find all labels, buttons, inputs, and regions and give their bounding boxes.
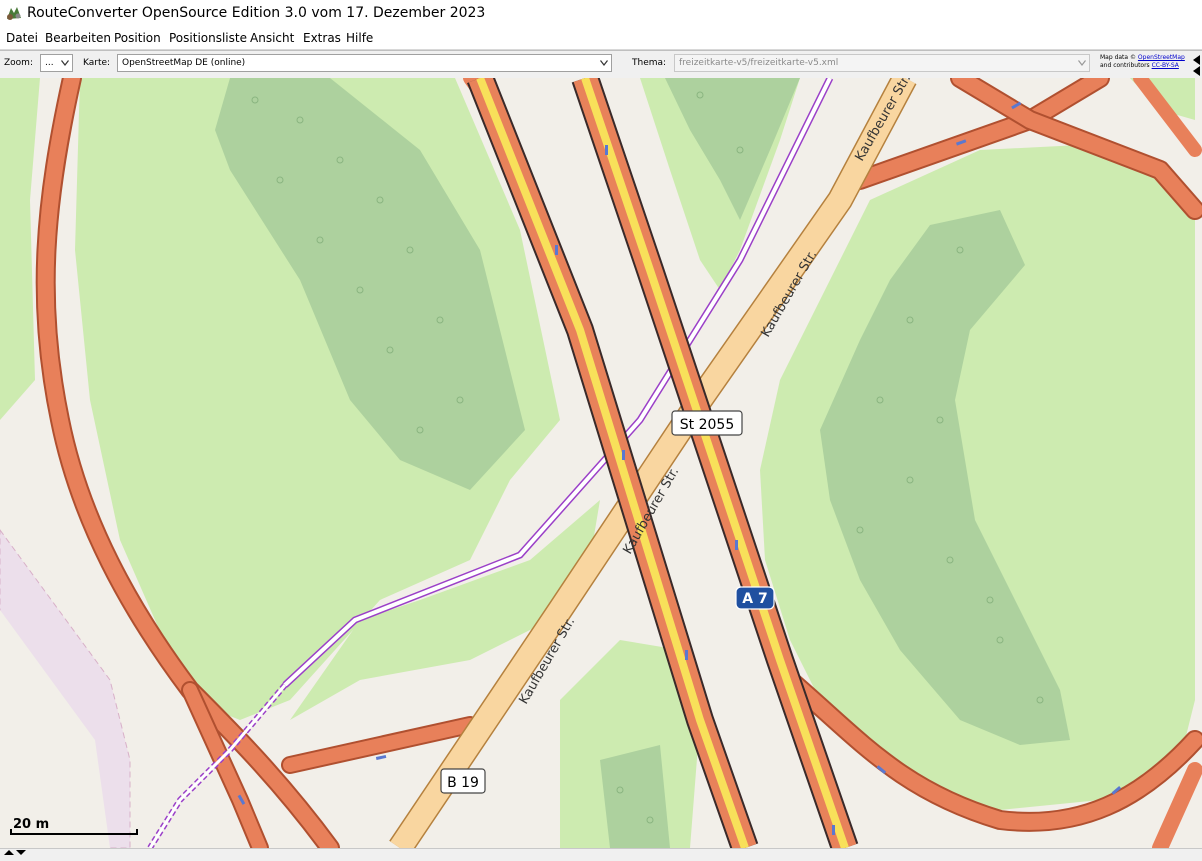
federal-road-number: B 19 [447,775,479,791]
attribution-middle: and contributors [1100,62,1150,69]
motorway-shield: A 7 [735,586,775,610]
motorway-number: A 7 [742,591,767,607]
license-link[interactable]: CC-BY-SA [1152,62,1179,69]
menu-ansicht[interactable]: Ansicht [250,31,294,45]
state-road-number: St 2055 [680,417,734,433]
menu-extras[interactable]: Extras [303,31,341,45]
attribution-prefix: Map data © [1100,54,1136,61]
routeconverter-logo-icon [7,7,21,20]
theme-select[interactable]: freizeitkarte-v5/freizeitkarte-v5.xml [674,54,1090,72]
menu-bar: Datei Bearbeiten Position Positionsliste… [0,28,1202,50]
chevron-down-icon [600,60,608,66]
map-toolbar: Zoom: ... Karte: OpenStreetMap DE (onlin… [0,50,1202,77]
theme-select-value: freizeitkarte-v5/freizeitkarte-v5.xml [679,58,839,68]
map-scale-bar: 20 m [10,817,138,835]
expand-up-icon[interactable] [4,850,14,855]
theme-label: Thema: [632,58,667,68]
scale-line [10,829,138,835]
state-road-shield: St 2055 [671,410,743,436]
expand-down-icon[interactable] [16,850,26,855]
menu-bearbeiten[interactable]: Bearbeiten [45,31,111,45]
menu-datei[interactable]: Datei [6,31,38,45]
menu-hilfe[interactable]: Hilfe [346,31,373,45]
federal-road-shield: B 19 [440,768,486,794]
osm-link[interactable]: OpenStreetMap [1138,54,1185,61]
map-select[interactable]: OpenStreetMap DE (online) [117,54,612,72]
map-view[interactable]: Kaufbeurer Str. Kaufbeurer Str. Kaufbeur… [0,78,1202,848]
zoom-select-value: ... [45,58,54,68]
zoom-label: Zoom: [4,58,33,68]
chevron-down-icon [1078,60,1086,66]
meadow-area [0,78,40,420]
map-canvas: Kaufbeurer Str. Kaufbeurer Str. Kaufbeur… [0,78,1202,848]
split-pane-divider[interactable] [0,848,1202,861]
panel-collapse-arrow-icon[interactable] [1193,55,1200,65]
map-attribution: Map data © OpenStreetMap and contributor… [1100,54,1185,70]
chevron-down-icon [61,60,69,66]
menu-position[interactable]: Position [114,31,161,45]
zoom-select[interactable]: ... [40,54,73,72]
map-select-value: OpenStreetMap DE (online) [122,58,246,68]
forest-area [600,745,670,848]
map-label: Karte: [83,58,111,68]
menu-positionsliste[interactable]: Positionsliste [169,31,247,45]
title-bar: RouteConverter OpenSource Edition 3.0 vo… [0,0,1202,28]
window-title: RouteConverter OpenSource Edition 3.0 vo… [27,5,486,21]
panel-expand-arrow-icon[interactable] [1193,66,1200,76]
